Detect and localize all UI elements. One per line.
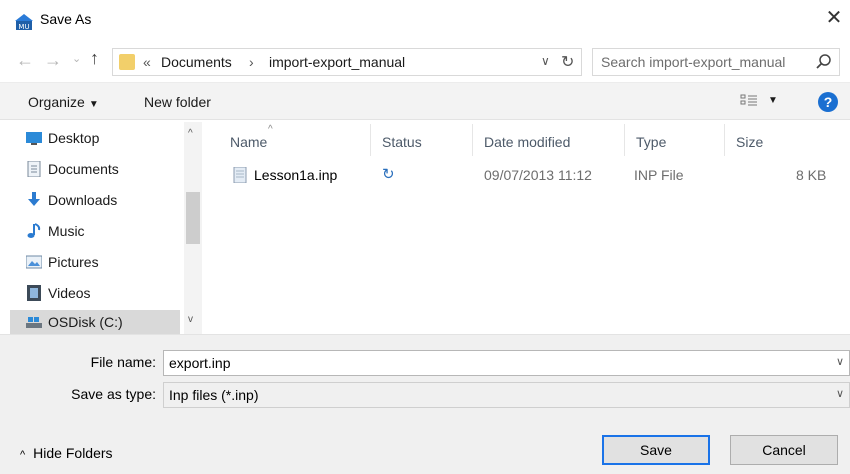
search-input[interactable]: Search import-export_manual [601, 54, 785, 70]
sidebar-item-label: Pictures [48, 254, 99, 270]
column-header-date-modified[interactable]: Date modified [484, 134, 570, 150]
file-list: Name ^ Status Date modified Type Size Le… [210, 122, 850, 334]
breadcrumb-import-export-manual[interactable]: import-export_manual [269, 54, 405, 70]
downloads-icon [28, 192, 40, 206]
organize-button[interactable]: Organize ▼ [28, 94, 99, 110]
navigation-bar: ← → ⌄ ↑ « Documents › import-export_manu… [0, 44, 850, 80]
scrollbar-thumb[interactable] [186, 192, 200, 244]
documents-icon [27, 161, 41, 177]
sidebar-item-label: Videos [48, 285, 91, 301]
sidebar-item-label: OSDisk (C:) [48, 314, 123, 330]
column-header-status[interactable]: Status [382, 134, 422, 150]
search-icon[interactable] [815, 53, 833, 71]
file-date-modified: 09/07/2013 11:12 [484, 167, 592, 183]
up-button[interactable]: ↑ [90, 48, 99, 69]
recent-locations-button[interactable]: ⌄ [72, 52, 81, 65]
hide-folders-button[interactable]: ^ Hide Folders [20, 445, 113, 461]
breadcrumb-separator[interactable]: › [249, 54, 254, 70]
chevron-down-icon[interactable]: ∨ [836, 355, 844, 368]
pictures-icon [26, 255, 42, 269]
music-icon [27, 223, 41, 238]
videos-icon [27, 285, 41, 301]
sync-status-icon: ↻ [382, 166, 395, 183]
filename-field[interactable]: export.inp ∨ [163, 350, 850, 376]
save-button[interactable]: Save [602, 435, 710, 465]
sidebar-item-osdisk[interactable]: OSDisk (C:) [10, 310, 180, 336]
file-icon [233, 167, 247, 183]
column-divider[interactable] [624, 124, 625, 156]
help-icon[interactable]: ? [818, 92, 838, 112]
address-bar[interactable]: « Documents › import-export_manual ∨ ↻ [112, 48, 582, 76]
breadcrumb-more-button[interactable]: « [143, 54, 151, 70]
address-dropdown-button[interactable]: ∨ [541, 54, 550, 68]
column-header-size[interactable]: Size [736, 134, 763, 150]
sidebar-scrollbar[interactable]: ^ v [184, 122, 202, 334]
chevron-up-icon: ^ [20, 449, 26, 461]
sidebar-item-label: Desktop [48, 130, 100, 146]
savetype-select[interactable]: Inp files (*.inp) ∨ [163, 382, 850, 408]
view-dropdown-button[interactable]: ▼ [768, 95, 778, 106]
command-toolbar: Organize ▼ New folder ▼ ? [0, 82, 850, 120]
table-row[interactable]: Lesson1a.inp ↻ 09/07/2013 11:12 INP File… [228, 162, 828, 188]
view-options-icon[interactable] [740, 93, 758, 109]
forward-button[interactable]: → [44, 50, 62, 71]
organize-label: Organize [28, 94, 85, 110]
chevron-down-icon[interactable]: ∨ [836, 387, 844, 400]
new-folder-button[interactable]: New folder [144, 94, 211, 110]
cancel-button[interactable]: Cancel [730, 435, 838, 465]
filename-label: File name: [90, 354, 156, 370]
column-divider[interactable] [472, 124, 473, 156]
savetype-value: Inp files (*.inp) [169, 387, 259, 403]
desktop-icon [26, 132, 42, 145]
chevron-down-icon: ▼ [88, 99, 99, 110]
savetype-label: Save as type: [71, 386, 156, 402]
close-button[interactable]: ✕ [820, 4, 848, 32]
sidebar-item-label: Downloads [48, 192, 118, 208]
column-header-name[interactable]: Name ^ [230, 124, 273, 150]
title-bar: MU Save As ✕ [0, 0, 850, 40]
svg-text:MU: MU [18, 23, 29, 31]
column-header-type[interactable]: Type [636, 134, 666, 150]
column-divider[interactable] [370, 124, 371, 156]
breadcrumb-documents[interactable]: Documents [161, 54, 232, 70]
column-divider[interactable] [724, 124, 725, 156]
save-options-panel: File name: export.inp ∨ Save as type: In… [0, 334, 850, 474]
navigation-pane: Desktop Documents Downloads Music Pictur… [0, 122, 206, 336]
column-label: Name [230, 134, 268, 150]
scroll-down-button[interactable]: v [188, 314, 193, 325]
file-name: Lesson1a.inp [254, 167, 338, 183]
app-icon: MU [15, 14, 33, 31]
back-button[interactable]: ← [16, 50, 34, 71]
scroll-up-button[interactable]: ^ [188, 128, 193, 139]
folder-icon [119, 54, 135, 70]
window-title: Save As [40, 11, 92, 27]
hide-folders-label: Hide Folders [33, 445, 113, 461]
drive-icon [26, 317, 42, 328]
file-size: 8 KB [796, 167, 827, 183]
file-type: INP File [634, 167, 684, 183]
filename-value: export.inp [169, 355, 231, 371]
refresh-button[interactable]: ↻ [561, 52, 574, 72]
sort-indicator-icon: ^ [268, 124, 273, 135]
sidebar-item-label: Documents [48, 161, 119, 177]
sidebar-item-label: Music [48, 223, 85, 239]
search-box[interactable]: Search import-export_manual [592, 48, 840, 76]
